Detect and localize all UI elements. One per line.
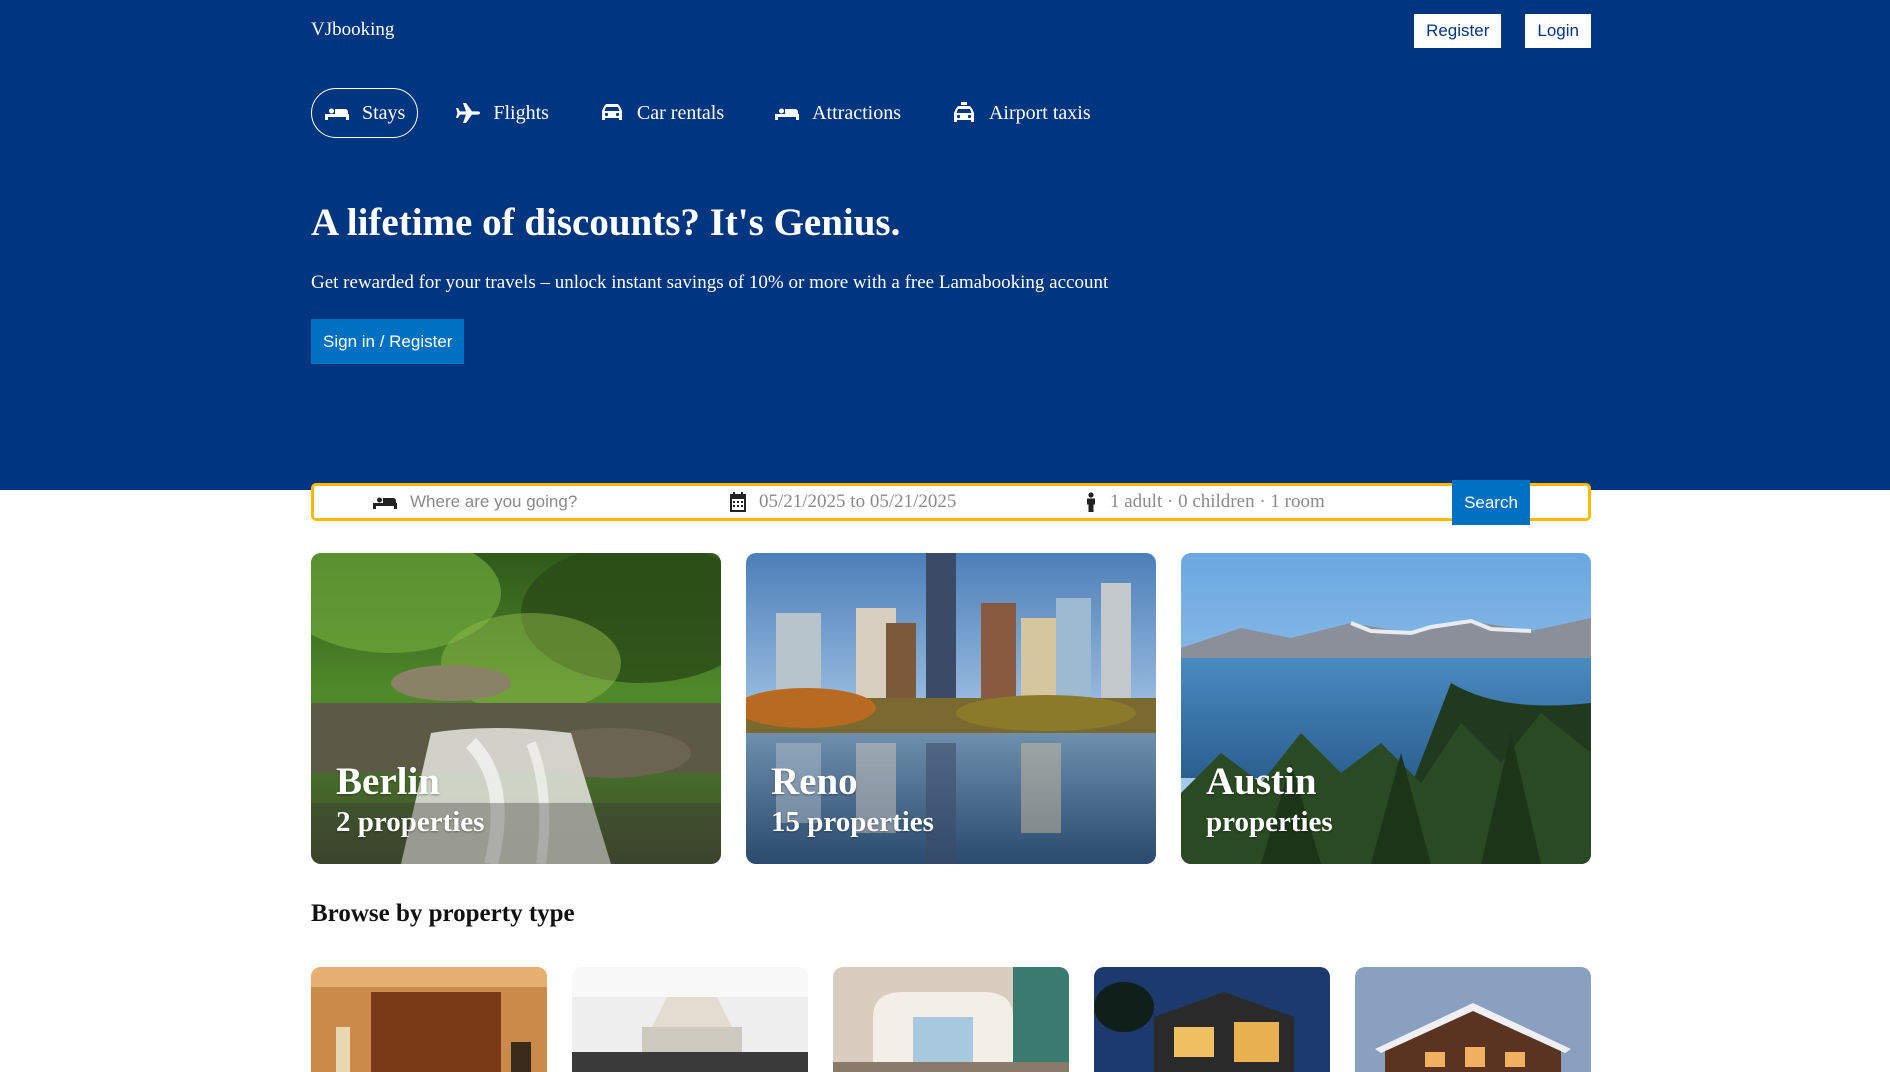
property-type-card[interactable] — [1094, 967, 1330, 1072]
nav-item-car-rentals[interactable]: Car rentals — [586, 88, 737, 138]
guests-field[interactable]: 1 adult · 0 children · 1 room — [1084, 486, 1325, 518]
property-type-list — [311, 967, 1591, 1072]
car-icon — [601, 104, 622, 120]
sign-in-register-button[interactable]: Sign in / Register — [311, 319, 465, 364]
nav-item-flights[interactable]: Flights — [442, 88, 562, 138]
property-type-card[interactable] — [1355, 967, 1591, 1072]
property-type-card[interactable] — [572, 967, 808, 1072]
date-text: 05/21/2025 to 05/21/2025 — [759, 491, 957, 512]
nav-item-airport-taxis[interactable]: Airport taxis — [938, 88, 1104, 138]
hero-title: A lifetime of discounts? It's Genius. — [311, 201, 901, 244]
featured-card-berlin[interactable]: Berlin 2 properties — [311, 553, 721, 864]
property-type-card[interactable] — [311, 967, 547, 1072]
featured-city: Reno — [771, 760, 858, 803]
register-button[interactable]: Register — [1414, 14, 1502, 48]
nav-label: Attractions — [812, 101, 901, 124]
featured-text: Berlin 2 properties — [336, 760, 484, 840]
header: VJbooking Register Login Stays Flights C… — [0, 0, 1890, 490]
nav-label: Airport taxis — [988, 101, 1091, 124]
person-icon — [1087, 492, 1095, 512]
nav-label: Flights — [493, 101, 549, 124]
bed-icon — [775, 106, 800, 120]
nav-label: Stays — [362, 101, 406, 124]
nav-item-stays[interactable]: Stays — [311, 88, 419, 138]
bed-icon — [325, 106, 349, 120]
featured-count: 2 properties — [336, 806, 485, 838]
featured-city: Austin — [1206, 760, 1317, 803]
guests-text: 1 adult · 0 children · 1 room — [1110, 491, 1325, 512]
search-button[interactable]: Search — [1452, 480, 1530, 525]
featured-count: properties — [1206, 806, 1333, 838]
featured-card-austin[interactable]: Austin properties — [1181, 553, 1591, 864]
featured-card-reno[interactable]: Reno 15 properties — [746, 553, 1156, 864]
destination-input[interactable] — [410, 492, 710, 512]
resort-image — [833, 967, 1069, 1072]
taxi-icon — [953, 102, 974, 122]
top-actions: Register Login — [1414, 14, 1591, 48]
bed-icon — [373, 495, 397, 509]
topbar: VJbooking Register Login — [311, 14, 1591, 50]
hero-subtitle: Get rewarded for your travels – unlock i… — [311, 272, 1109, 293]
calendar-icon — [730, 492, 746, 512]
date-field[interactable]: 05/21/2025 to 05/21/2025 — [729, 486, 956, 518]
featured-text: Reno 15 properties — [771, 760, 934, 840]
plane-icon — [456, 103, 481, 123]
nav-label: Car rentals — [636, 101, 725, 124]
featured-text: Austin properties — [1206, 760, 1333, 840]
section-title: Browse by property type — [311, 900, 575, 927]
login-button[interactable]: Login — [1525, 14, 1591, 48]
featured-city: Berlin — [336, 760, 440, 803]
villa-image — [1094, 967, 1330, 1072]
destination-field[interactable] — [372, 486, 710, 518]
hotel-image — [311, 967, 547, 1072]
property-type-card[interactable] — [833, 967, 1069, 1072]
cabin-image — [1355, 967, 1591, 1072]
search-bar: 05/21/2025 to 05/21/2025 1 adult · 0 chi… — [311, 480, 1591, 525]
logo[interactable]: VJbooking — [311, 19, 394, 41]
apartment-image — [572, 967, 808, 1072]
featured-count: 15 properties — [771, 806, 934, 838]
featured-list: Berlin 2 properties Reno 15 properties A… — [311, 553, 1591, 864]
nav-item-attractions[interactable]: Attractions — [761, 88, 914, 138]
nav-list: Stays Flights Car rentals Attractions Ai… — [311, 88, 1591, 138]
